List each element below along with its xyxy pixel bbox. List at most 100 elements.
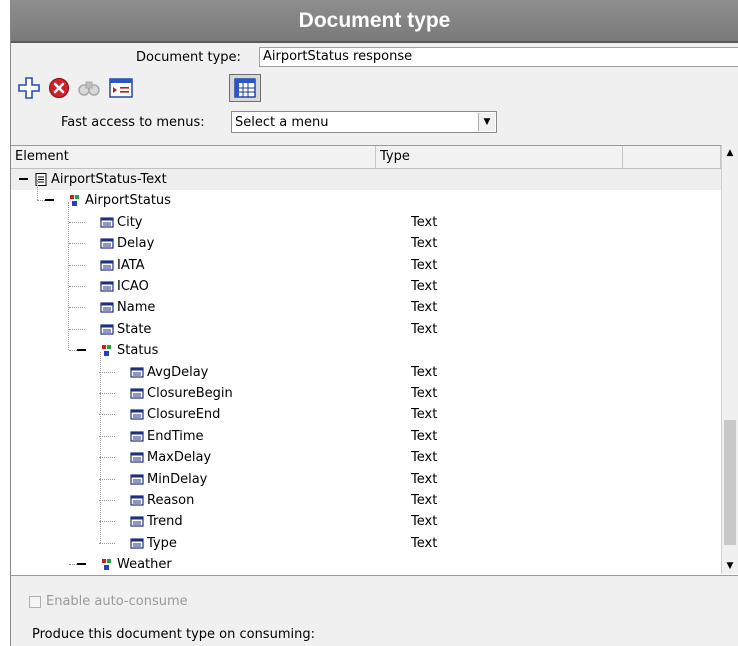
tree-row[interactable]: MinDelay Text <box>11 469 721 490</box>
fast-access-row: Fast access to menus: Select a menu ▼ <box>11 111 738 135</box>
element-tree[interactable]: Element Type AirportStatus-Text AirportSt… <box>11 145 738 576</box>
tree-row[interactable]: Delay Text <box>11 233 721 254</box>
tree-row-label: Name <box>117 300 156 316</box>
auto-consume-label: Enable auto-consume <box>46 594 188 609</box>
tree-guide-line <box>100 351 101 543</box>
panel-header: Document type <box>11 0 738 43</box>
tree-row-type: Text <box>411 535 438 551</box>
document-type-field[interactable]: AirportStatus response <box>259 47 738 67</box>
tree-connector <box>99 521 115 523</box>
table-view-button[interactable] <box>229 74 261 102</box>
document-type-panel: Document type Document type: AirportStat… <box>11 0 738 646</box>
tree-row-type: Text <box>411 407 438 423</box>
tree-scrollbar[interactable]: ▲ ▼ <box>721 145 738 574</box>
field-icon <box>130 431 144 442</box>
field-icon <box>130 366 144 378</box>
tree-row-label: AvgDelay <box>147 364 209 380</box>
add-button[interactable] <box>15 74 43 102</box>
add-icon <box>18 77 40 99</box>
chevron-down-icon[interactable]: ▼ <box>478 113 495 131</box>
delete-icon <box>49 78 69 98</box>
field-icon <box>100 238 114 249</box>
tree-row-label: ClosureBegin <box>147 386 233 401</box>
scroll-down-icon[interactable]: ▼ <box>722 558 738 574</box>
field-icon <box>100 281 114 292</box>
tree-row[interactable]: City Text <box>11 212 721 233</box>
tree-row-type: Text <box>411 236 438 252</box>
properties-button[interactable] <box>107 74 135 102</box>
tree-guide-line <box>68 201 69 351</box>
tree-row-type: Text <box>411 300 438 316</box>
tree-row-type: Text <box>411 493 438 508</box>
collapse-icon[interactable] <box>77 349 86 351</box>
tree-row[interactable]: Reason Text <box>11 490 721 511</box>
tree-row[interactable]: AvgDelay Text <box>11 362 721 383</box>
tree-row-label: ClosureEnd <box>147 407 221 423</box>
tree-row-type: Text <box>411 321 438 337</box>
tree-row[interactable]: Type Text <box>11 533 721 554</box>
structure-icon <box>70 195 79 207</box>
field-icon <box>130 388 144 399</box>
scroll-up-icon[interactable]: ▲ <box>722 145 738 161</box>
tree-row[interactable]: IATA Text <box>11 255 721 276</box>
tree-row-type: Text <box>411 450 438 466</box>
tree-row[interactable]: Name Text <box>11 297 721 318</box>
tree-row-label: ICAO <box>117 279 149 294</box>
tree-row-type: Text <box>411 386 438 401</box>
tree-connector <box>69 286 85 287</box>
tree-connector <box>69 307 85 309</box>
tree-connector <box>99 435 115 437</box>
collapse-icon[interactable] <box>19 178 28 180</box>
fast-access-selected: Select a menu <box>235 115 329 130</box>
fast-access-select[interactable]: Select a menu ▼ <box>231 111 497 133</box>
field-icon <box>100 302 114 313</box>
tree-row-label: AirportStatus <box>85 193 171 209</box>
tree-row-type: Text <box>411 214 438 230</box>
tree-row[interactable]: ICAO Text <box>11 276 721 297</box>
tree-row[interactable]: MaxDelay Text <box>11 447 721 468</box>
field-icon <box>130 516 144 527</box>
field-icon <box>130 452 144 463</box>
tree-row[interactable]: Status <box>11 340 721 361</box>
tree-row[interactable]: State Text <box>11 319 721 340</box>
tree-row-label: City <box>117 214 143 230</box>
tree-row[interactable]: ClosureEnd Text <box>11 404 721 425</box>
tree-row[interactable]: AirportStatus <box>11 190 721 211</box>
auto-consume-checkbox[interactable] <box>29 596 41 608</box>
tree-row-type: Text <box>411 257 438 273</box>
collapse-icon[interactable] <box>77 563 86 565</box>
tree-row-label: Trend <box>147 514 183 530</box>
tree-row-label: Status <box>117 343 159 359</box>
properties-icon <box>109 78 133 98</box>
column-element[interactable]: Element <box>11 146 376 168</box>
tree-row-type: Text <box>411 471 438 487</box>
delete-button[interactable] <box>45 74 73 102</box>
column-extra[interactable] <box>623 146 721 168</box>
tree-row[interactable]: Trend Text <box>11 511 721 532</box>
collapse-icon[interactable] <box>45 199 54 201</box>
tree-connector <box>69 243 85 245</box>
column-type[interactable]: Type <box>376 146 623 168</box>
tree-connector <box>99 371 115 373</box>
tree-connector <box>99 542 115 544</box>
tree-row-label: IATA <box>117 257 145 273</box>
tree-row[interactable]: ClosureBegin Text <box>11 383 721 404</box>
tree-column-header: Element Type <box>11 146 721 169</box>
binoculars-icon <box>78 81 100 96</box>
tree-row-label: MinDelay <box>147 471 208 487</box>
field-icon <box>130 495 144 506</box>
field-icon <box>130 473 144 485</box>
tree-row-label: AirportStatus-Text <box>51 172 167 187</box>
tree-connector <box>99 478 115 480</box>
tree-row[interactable]: EndTime Text <box>11 426 721 447</box>
left-frame-border <box>0 0 11 646</box>
scrollbar-thumb[interactable] <box>724 420 736 545</box>
find-button[interactable] <box>75 74 103 102</box>
tree-connector <box>69 328 85 330</box>
tree-row-label: EndTime <box>147 428 204 444</box>
tree-row-label: Weather <box>117 557 172 573</box>
tree-row[interactable]: Weather <box>11 554 721 575</box>
field-icon <box>100 324 114 335</box>
tree-row[interactable]: AirportStatus-Text <box>11 169 721 190</box>
document-type-label: Document type: <box>136 50 241 65</box>
